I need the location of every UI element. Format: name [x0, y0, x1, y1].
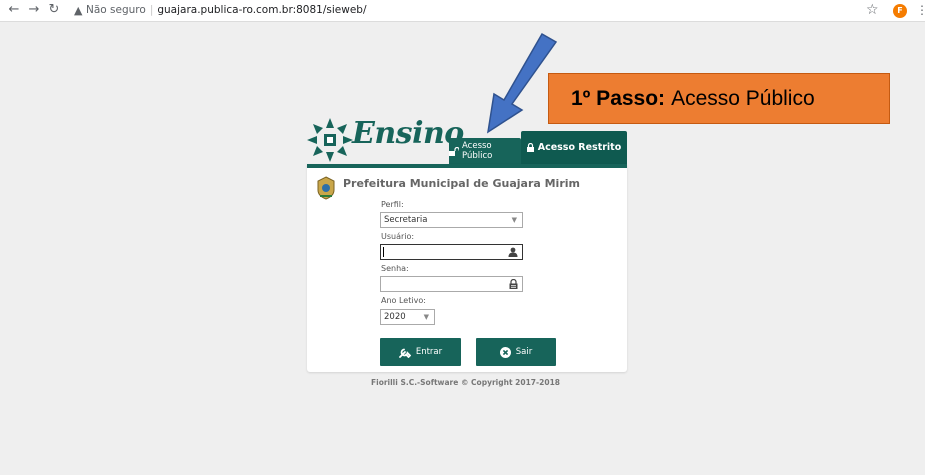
sair-label: Sair — [515, 347, 533, 357]
menu-dots-icon[interactable]: ⋮ — [916, 3, 925, 17]
ensino-logo-icon — [307, 118, 353, 162]
usuario-input[interactable] — [380, 244, 523, 260]
senha-input[interactable] — [380, 276, 523, 292]
bookmark-star-icon[interactable]: ☆ — [866, 2, 879, 18]
entrar-label: Entrar — [415, 347, 443, 357]
unlock-icon — [449, 146, 459, 156]
login-panel: Prefeitura Municipal de Guajara Mirim Pe… — [307, 164, 627, 372]
profile-avatar[interactable]: F — [893, 4, 907, 18]
perfil-select[interactable]: Secretaria ▼ — [380, 212, 523, 228]
ano-letivo-value: 2020 — [384, 312, 406, 322]
annotation-arrow-icon — [486, 32, 558, 134]
reload-icon[interactable]: ↻ — [46, 2, 62, 18]
org-name: Prefeitura Municipal de Guajara Mirim — [343, 177, 580, 190]
wrench-icon — [398, 348, 411, 358]
chevron-down-icon: ▼ — [511, 216, 517, 224]
step-description: Acesso Público — [671, 86, 815, 110]
chevron-down-icon: ▼ — [423, 313, 429, 321]
ensino-logo-text: Ensino — [352, 116, 464, 151]
close-circle-icon — [499, 346, 511, 358]
tab-acesso-publico-label: Acesso Público — [462, 141, 493, 161]
text-cursor — [383, 247, 384, 257]
step-number: 1º Passo: — [571, 86, 666, 110]
url-text: guajara.publica-ro.com.br:8081/sieweb/ — [157, 4, 367, 16]
tab-acesso-restrito-label: Acesso Restrito — [537, 142, 622, 153]
browser-toolbar: ← → ↻ ▲ Não seguro | guajara.publica-ro.co… — [0, 0, 925, 22]
municipal-crest-icon — [317, 176, 335, 200]
ano-letivo-select[interactable]: 2020 ▼ — [380, 309, 435, 325]
back-icon[interactable]: ← — [6, 2, 22, 18]
perfil-label: Perfil: — [381, 200, 404, 209]
step-callout: 1º Passo: Acesso Público — [548, 73, 890, 124]
address-bar[interactable]: Não seguro | guajara.publica-ro.com.br:808… — [86, 4, 367, 16]
url-separator: | — [149, 4, 154, 16]
entrar-button[interactable]: Entrar — [380, 338, 461, 366]
padlock-icon — [509, 279, 518, 289]
ano-letivo-label: Ano Letivo: — [381, 296, 426, 305]
forward-icon[interactable]: → — [26, 2, 42, 18]
perfil-value: Secretaria — [384, 215, 428, 225]
tab-acesso-publico[interactable]: Acesso Público — [449, 138, 521, 164]
lock-icon — [526, 143, 534, 152]
copyright-text: Fiorilli S.C.-Software © Copyright 2017-… — [371, 378, 561, 387]
sair-button[interactable]: Sair — [476, 338, 556, 366]
senha-label: Senha: — [381, 264, 409, 273]
warning-icon[interactable]: ▲ — [74, 4, 82, 17]
user-icon — [508, 247, 518, 257]
usuario-label: Usuário: — [381, 232, 415, 241]
security-label: Não seguro — [86, 4, 146, 16]
